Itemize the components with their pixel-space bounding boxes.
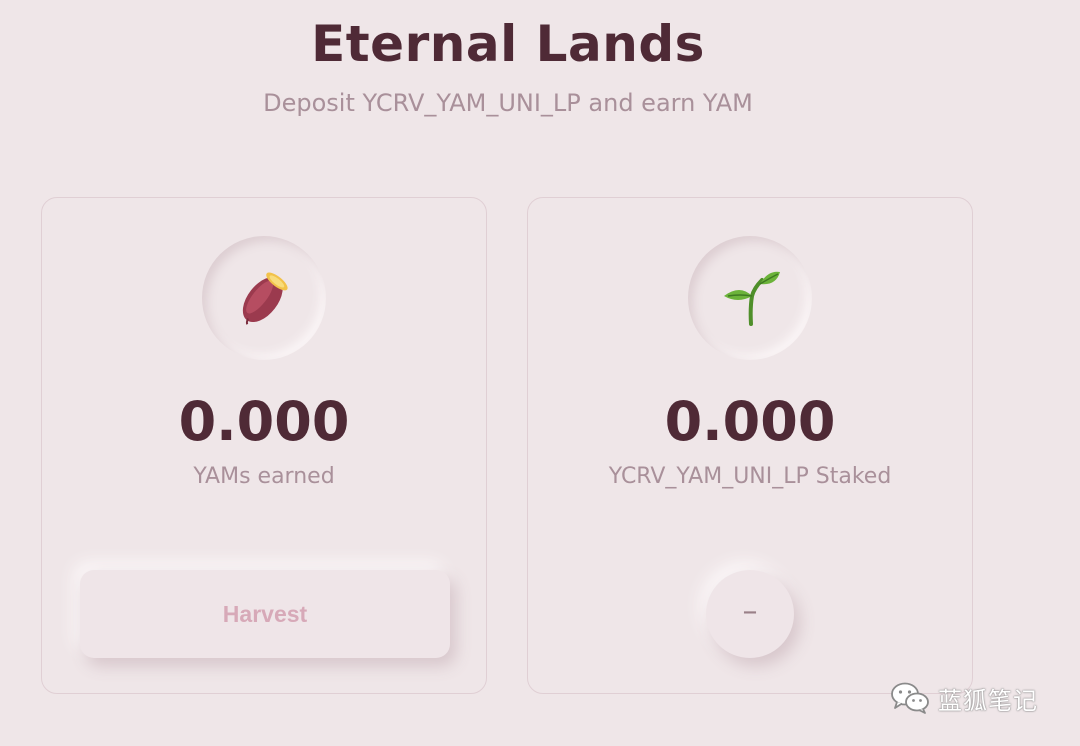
earned-value: 0.000 bbox=[178, 390, 350, 453]
earned-icon-circle bbox=[202, 236, 326, 360]
harvest-button[interactable]: Harvest bbox=[80, 570, 450, 658]
earned-label: YAMs earned bbox=[193, 464, 335, 489]
watermark: 蓝狐笔记 bbox=[890, 680, 1038, 716]
wechat-icon bbox=[891, 682, 929, 714]
watermark-text: 蓝狐笔记 bbox=[938, 686, 1038, 715]
page-title: Eternal Lands bbox=[311, 15, 705, 73]
staked-card: 0.000 YCRV_YAM_UNI_LP Staked – bbox=[527, 197, 973, 694]
staked-label: YCRV_YAM_UNI_LP Staked bbox=[608, 464, 892, 489]
sweet-potato-icon bbox=[242, 272, 288, 325]
seedling-icon bbox=[724, 271, 780, 326]
earned-card: 0.000 YAMs earned Harvest bbox=[41, 197, 487, 694]
staked-value: 0.000 bbox=[664, 390, 836, 453]
staked-icon-circle bbox=[688, 236, 812, 360]
page-subtitle: Deposit YCRV_YAM_UNI_LP and earn YAM bbox=[263, 89, 753, 117]
unstake-button[interactable]: – bbox=[706, 570, 794, 658]
